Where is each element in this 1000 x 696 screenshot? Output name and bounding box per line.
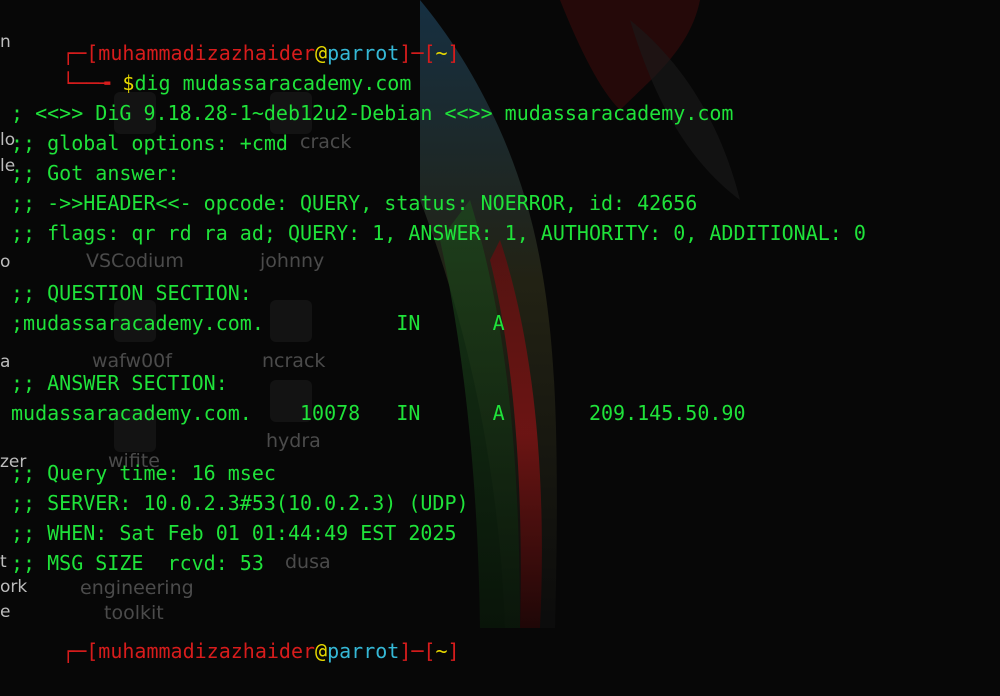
prompt-bracket-close: ] xyxy=(447,639,460,663)
output-line: ;; ->>HEADER<<- opcode: QUERY, status: N… xyxy=(11,191,698,215)
output-line: ;; global options: +cmd xyxy=(11,131,288,155)
prompt-host: parrot xyxy=(327,639,400,663)
prompt-mid: ]─[ xyxy=(399,639,436,663)
prompt-dollar: $ xyxy=(122,71,135,95)
terminal-window[interactable]: ┌─[muhammadizazhaider@parrot]─[~] └──╼ $… xyxy=(0,0,1000,663)
output-line: ; <<>> DiG 9.18.28-1~deb12u2-Debian <<>>… xyxy=(11,101,734,125)
prompt-line: ┌─[muhammadizazhaider@parrot]─[~] xyxy=(14,8,459,65)
output-line: ;; flags: qr rd ra ad; QUERY: 1, ANSWER:… xyxy=(11,221,866,245)
prompt-dir: ~ xyxy=(435,639,448,663)
output-line: ;; MSG SIZE rcvd: 53 xyxy=(11,551,264,575)
output-line: ;; QUESTION SECTION: xyxy=(11,281,252,305)
output-line: mudassaracademy.com. 10078 IN A 209.145.… xyxy=(11,401,746,425)
prompt-dir: ~ xyxy=(435,41,448,65)
output-line: ;; Query time: 16 msec xyxy=(11,461,276,485)
prompt-bracket-open: ┌─[ xyxy=(62,639,99,663)
output-line: ;; ANSWER SECTION: xyxy=(11,371,228,395)
next-prompt-line: ┌─[muhammadizazhaider@parrot]─[~] xyxy=(14,606,459,663)
command-text: dig mudassaracademy.com xyxy=(134,71,412,95)
prompt-bracket-close: ] xyxy=(447,41,460,65)
output-line: ;; SERVER: 10.0.2.3#53(10.0.2.3) (UDP) xyxy=(11,491,469,515)
prompt-user: muhammadizazhaider xyxy=(98,639,316,663)
output-line: ;; WHEN: Sat Feb 01 01:44:49 EST 2025 xyxy=(11,521,457,545)
output-line: ;mudassaracademy.com. IN A xyxy=(11,311,505,335)
output-line: ;; Got answer: xyxy=(11,161,180,185)
prompt-lead-arrow: └──╼ xyxy=(62,71,123,95)
command-line[interactable]: └──╼ $dig mudassaracademy.com xyxy=(14,38,411,95)
prompt-at: @ xyxy=(315,639,328,663)
